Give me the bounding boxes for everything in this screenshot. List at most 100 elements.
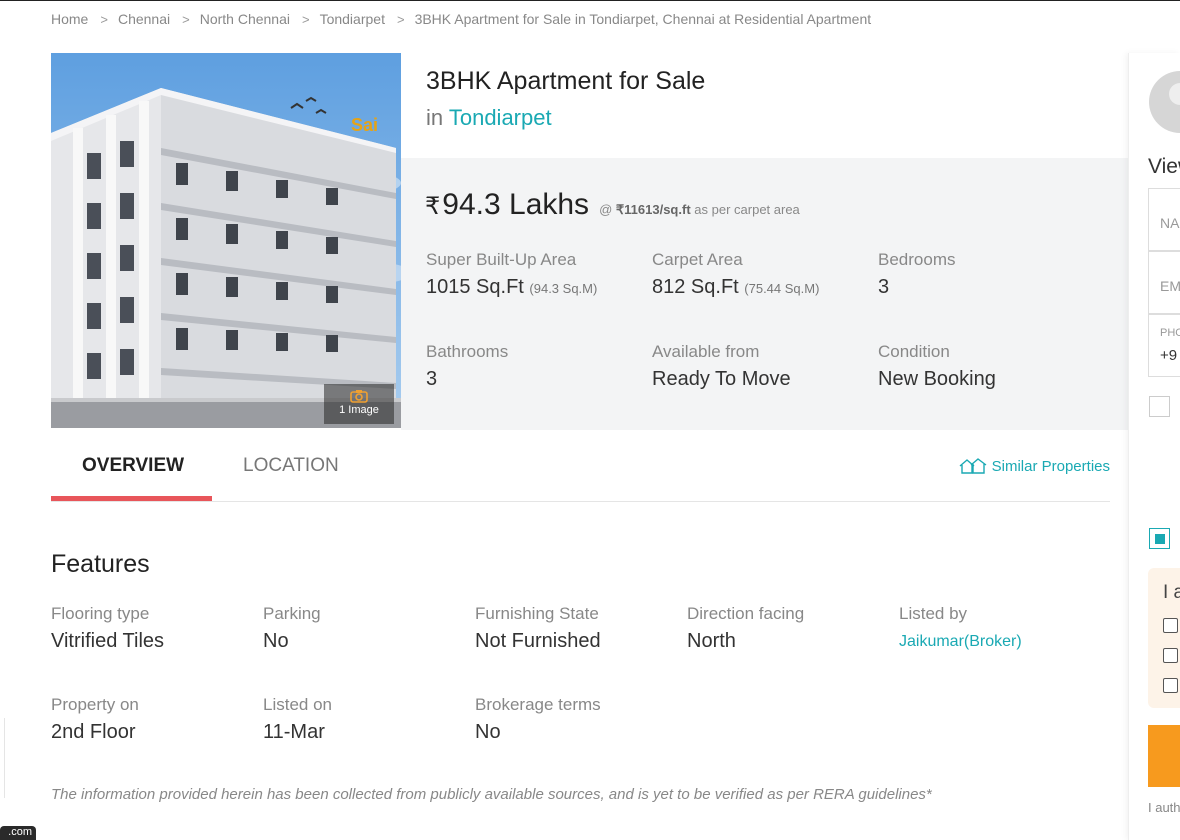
spec-value: 1015 Sq.Ft (94.3 Sq.M) <box>426 276 597 299</box>
spec-value: 812 Sq.Ft (75.44 Sq.M) <box>652 276 819 299</box>
option-checkbox[interactable] <box>1163 648 1178 663</box>
authorization-text: I auth <box>1148 800 1180 815</box>
super-area-value: 1015 Sq.Ft <box>426 276 524 298</box>
spec-label: Condition <box>878 342 950 361</box>
price-rate: @ ₹11613/sq.ft as per carpet area <box>599 202 800 218</box>
similar-properties-link[interactable]: Similar Properties <box>958 457 1110 475</box>
breadcrumb-region[interactable]: North Chennai <box>200 11 290 27</box>
phone-prefix: +9 <box>1160 347 1178 364</box>
feature-flooring: Flooring type Vitrified Tiles <box>51 604 164 653</box>
spec-value: 3 <box>878 276 890 298</box>
sign-logo: Sai <box>351 115 378 135</box>
spec-label: Bathrooms <box>426 342 509 361</box>
email-field[interactable]: EM <box>1148 251 1180 314</box>
super-area-sub: (94.3 Sq.M) <box>529 281 598 296</box>
spec-label: Bedrooms <box>878 250 956 269</box>
feature-label: Property on <box>51 695 139 714</box>
chevron-right-icon: > <box>182 11 190 27</box>
image-count-label: 1 Image <box>339 404 379 416</box>
feature-direction: Direction facing North <box>687 604 804 653</box>
details-panel: ₹ 94.3 Lakhs @ ₹11613/sq.ft as per carpe… <box>401 158 1128 430</box>
page-title: 3BHK Apartment for Sale <box>426 67 706 95</box>
feature-label: Listed on <box>263 695 332 714</box>
locality-link[interactable]: Tondiarpet <box>449 105 552 130</box>
chat-tab[interactable]: .com <box>0 826 36 840</box>
rera-disclaimer: The information provided herein has been… <box>51 786 932 803</box>
feature-value: No <box>263 630 289 652</box>
rate-at: @ <box>599 202 613 217</box>
price-row: ₹ 94.3 Lakhs @ ₹11613/sq.ft as per carpe… <box>425 188 800 222</box>
price-amount: 94.3 Lakhs <box>442 188 590 221</box>
name-field[interactable]: NA <box>1148 188 1180 251</box>
phone-field[interactable]: PHO +9 <box>1148 314 1180 377</box>
houses-icon <box>959 458 987 474</box>
similar-properties-label: Similar Properties <box>991 457 1110 475</box>
avatar <box>1149 71 1180 133</box>
listing-header: 3BHK Apartment for Sale in Tondiarpet <box>401 53 1128 158</box>
spec-label: Super Built-Up Area <box>426 250 577 269</box>
spec-label: Carpet Area <box>652 250 743 269</box>
active-tab-indicator <box>51 496 212 501</box>
feature-listed-on: Listed on 11-Mar <box>263 695 332 744</box>
spec-bathrooms: Bathrooms 3 <box>426 342 508 391</box>
rate-value: ₹11613/sq.ft <box>615 202 691 217</box>
rate-note: as per carpet area <box>694 202 800 217</box>
left-edge-divider <box>0 718 5 798</box>
spec-label: Available from <box>652 342 760 361</box>
feature-label: Direction facing <box>687 604 805 623</box>
phone-label: PHO <box>1160 327 1180 339</box>
option-checkbox[interactable] <box>1163 678 1178 693</box>
tab-bar: OVERVIEW LOCATION Similar Properties <box>51 430 1110 502</box>
feature-label: Flooring type <box>51 604 150 623</box>
chevron-right-icon: > <box>396 11 405 27</box>
feature-listed-by: Listed by Jaikumar(Broker) <box>899 604 1022 651</box>
spec-super-area: Super Built-Up Area 1015 Sq.Ft (94.3 Sq.… <box>426 250 597 299</box>
whatsapp-checkbox[interactable] <box>1149 528 1170 549</box>
feature-parking: Parking No <box>263 604 321 653</box>
spec-condition: Condition New Booking <box>878 342 996 391</box>
contact-heading: View <box>1148 155 1180 178</box>
carpet-area-value: 812 Sq.Ft <box>652 276 739 298</box>
top-border <box>0 0 1180 1</box>
contact-submit-button[interactable] <box>1148 725 1180 787</box>
feature-value: Not Furnished <box>475 630 601 652</box>
spec-carpet-area: Carpet Area 812 Sq.Ft (75.44 Sq.M) <box>652 250 819 299</box>
breadcrumb-city[interactable]: Chennai <box>118 11 170 27</box>
camera-icon <box>350 390 368 403</box>
carpet-area-sub: (75.44 Sq.M) <box>744 281 820 296</box>
breadcrumb-locality[interactable]: Tondiarpet <box>320 11 385 27</box>
consent-checkbox[interactable] <box>1149 396 1170 417</box>
feature-property-on: Property on 2nd Floor <box>51 695 139 744</box>
tab-overview[interactable]: OVERVIEW <box>82 455 184 477</box>
in-text: in <box>426 105 444 130</box>
broker-link[interactable]: Jaikumar(Broker) <box>899 633 1022 651</box>
feature-label: Brokerage terms <box>475 695 601 714</box>
feature-label: Parking <box>263 604 321 623</box>
buyer-type-label: I a <box>1163 582 1180 603</box>
tab-location[interactable]: LOCATION <box>243 455 339 477</box>
name-placeholder: NA <box>1160 215 1180 231</box>
currency-symbol: ₹ <box>425 193 441 220</box>
breadcrumb-home[interactable]: Home <box>51 11 88 27</box>
spec-available: Available from Ready To Move <box>652 342 791 391</box>
spec-bedrooms: Bedrooms 3 <box>878 250 955 299</box>
option-checkbox[interactable] <box>1163 618 1178 633</box>
feature-value: 2nd Floor <box>51 721 136 743</box>
spec-value: 3 <box>426 368 438 390</box>
property-photo[interactable]: Sai 1 Image <box>51 53 401 428</box>
listing-subtitle: in Tondiarpet <box>426 105 552 131</box>
breadcrumb: Home > Chennai > North Chennai > Tondiar… <box>51 11 871 27</box>
avatar-head <box>1169 83 1180 105</box>
feature-label: Furnishing State <box>475 604 599 623</box>
feature-value: No <box>475 721 501 743</box>
contact-panel: View NA EM PHO +9 I a I auth <box>1128 53 1180 840</box>
spec-value: Ready To Move <box>652 368 791 390</box>
feature-value: North <box>687 630 736 652</box>
features-heading: Features <box>51 550 150 578</box>
building-image: Sai <box>51 53 401 428</box>
feature-furnishing: Furnishing State Not Furnished <box>475 604 601 653</box>
feature-value: 11-Mar <box>263 721 325 743</box>
feature-brokerage: Brokerage terms No <box>475 695 601 744</box>
feature-value: Vitrified Tiles <box>51 630 165 652</box>
image-count-badge[interactable]: 1 Image <box>324 384 394 424</box>
